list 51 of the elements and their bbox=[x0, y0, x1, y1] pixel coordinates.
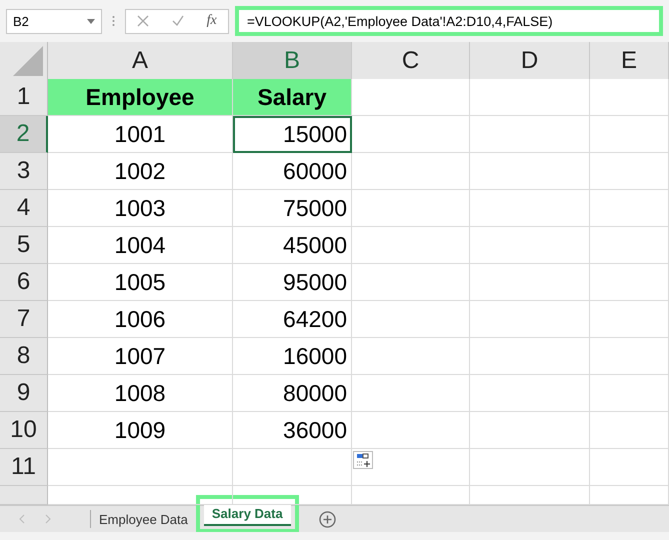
select-all-corner[interactable] bbox=[0, 42, 48, 79]
table-cell: 75000 bbox=[233, 190, 352, 227]
row-header[interactable]: 1 bbox=[0, 79, 48, 116]
formula-field[interactable]: =VLOOKUP(A2,'Employee Data'!A2:D10,4,FALSE) bbox=[235, 6, 663, 36]
name-box[interactable]: B2 bbox=[6, 8, 102, 34]
table-cell: 1001 bbox=[48, 116, 233, 153]
row-header[interactable]: 3 bbox=[0, 153, 48, 190]
table-cell: 1006 bbox=[48, 301, 233, 338]
row-header[interactable]: 6 bbox=[0, 264, 48, 301]
row-header[interactable]: 5 bbox=[0, 227, 48, 264]
column-header[interactable]: D bbox=[470, 42, 590, 79]
previous-sheet-icon[interactable] bbox=[18, 514, 26, 524]
table-cell: 45000 bbox=[233, 227, 352, 264]
check-icon[interactable] bbox=[172, 15, 184, 27]
table-cell: 1003 bbox=[48, 190, 233, 227]
table-cell: 95000 bbox=[233, 264, 352, 301]
row-header[interactable]: 2 bbox=[0, 116, 48, 153]
table-cell: 80000 bbox=[233, 375, 352, 412]
column-header[interactable]: A bbox=[48, 42, 233, 79]
table-cell: 1009 bbox=[48, 412, 233, 449]
row-header[interactable]: 4 bbox=[0, 190, 48, 227]
add-sheet-icon[interactable] bbox=[318, 510, 336, 528]
table-cell: 15000 bbox=[233, 116, 352, 153]
row-header[interactable]: 8 bbox=[0, 338, 48, 375]
table-cell: 36000 bbox=[233, 412, 352, 449]
column-header[interactable]: B bbox=[233, 42, 352, 79]
table-cell: 1007 bbox=[48, 338, 233, 375]
column-header[interactable]: E bbox=[590, 42, 669, 79]
row-header[interactable]: 11 bbox=[0, 449, 48, 486]
table-cell: 1008 bbox=[48, 375, 233, 412]
cancel-icon[interactable] bbox=[137, 15, 150, 27]
row-header[interactable]: 10 bbox=[0, 412, 48, 449]
paste-options-icon[interactable] bbox=[353, 451, 373, 469]
row-header[interactable] bbox=[0, 486, 48, 505]
table-cell: 1004 bbox=[48, 227, 233, 264]
column-header[interactable]: C bbox=[352, 42, 470, 79]
table-cell: 1005 bbox=[48, 264, 233, 301]
sheet-tab[interactable]: Employee Data bbox=[91, 508, 196, 530]
table-cell: 16000 bbox=[233, 338, 352, 375]
table-cell: 1002 bbox=[48, 153, 233, 190]
row-header[interactable]: 7 bbox=[0, 301, 48, 338]
sheet-tab[interactable]: Salary Data bbox=[204, 502, 291, 526]
next-sheet-icon[interactable] bbox=[44, 514, 52, 524]
table-cell: 64200 bbox=[233, 301, 352, 338]
header-cell: Salary bbox=[233, 79, 352, 116]
table-cell: 60000 bbox=[233, 153, 352, 190]
grip-icon bbox=[112, 15, 115, 27]
caret-icon bbox=[87, 18, 95, 24]
insert-function-button[interactable]: fx bbox=[206, 13, 217, 29]
row-header[interactable]: 9 bbox=[0, 375, 48, 412]
header-cell: Employee bbox=[48, 79, 233, 116]
